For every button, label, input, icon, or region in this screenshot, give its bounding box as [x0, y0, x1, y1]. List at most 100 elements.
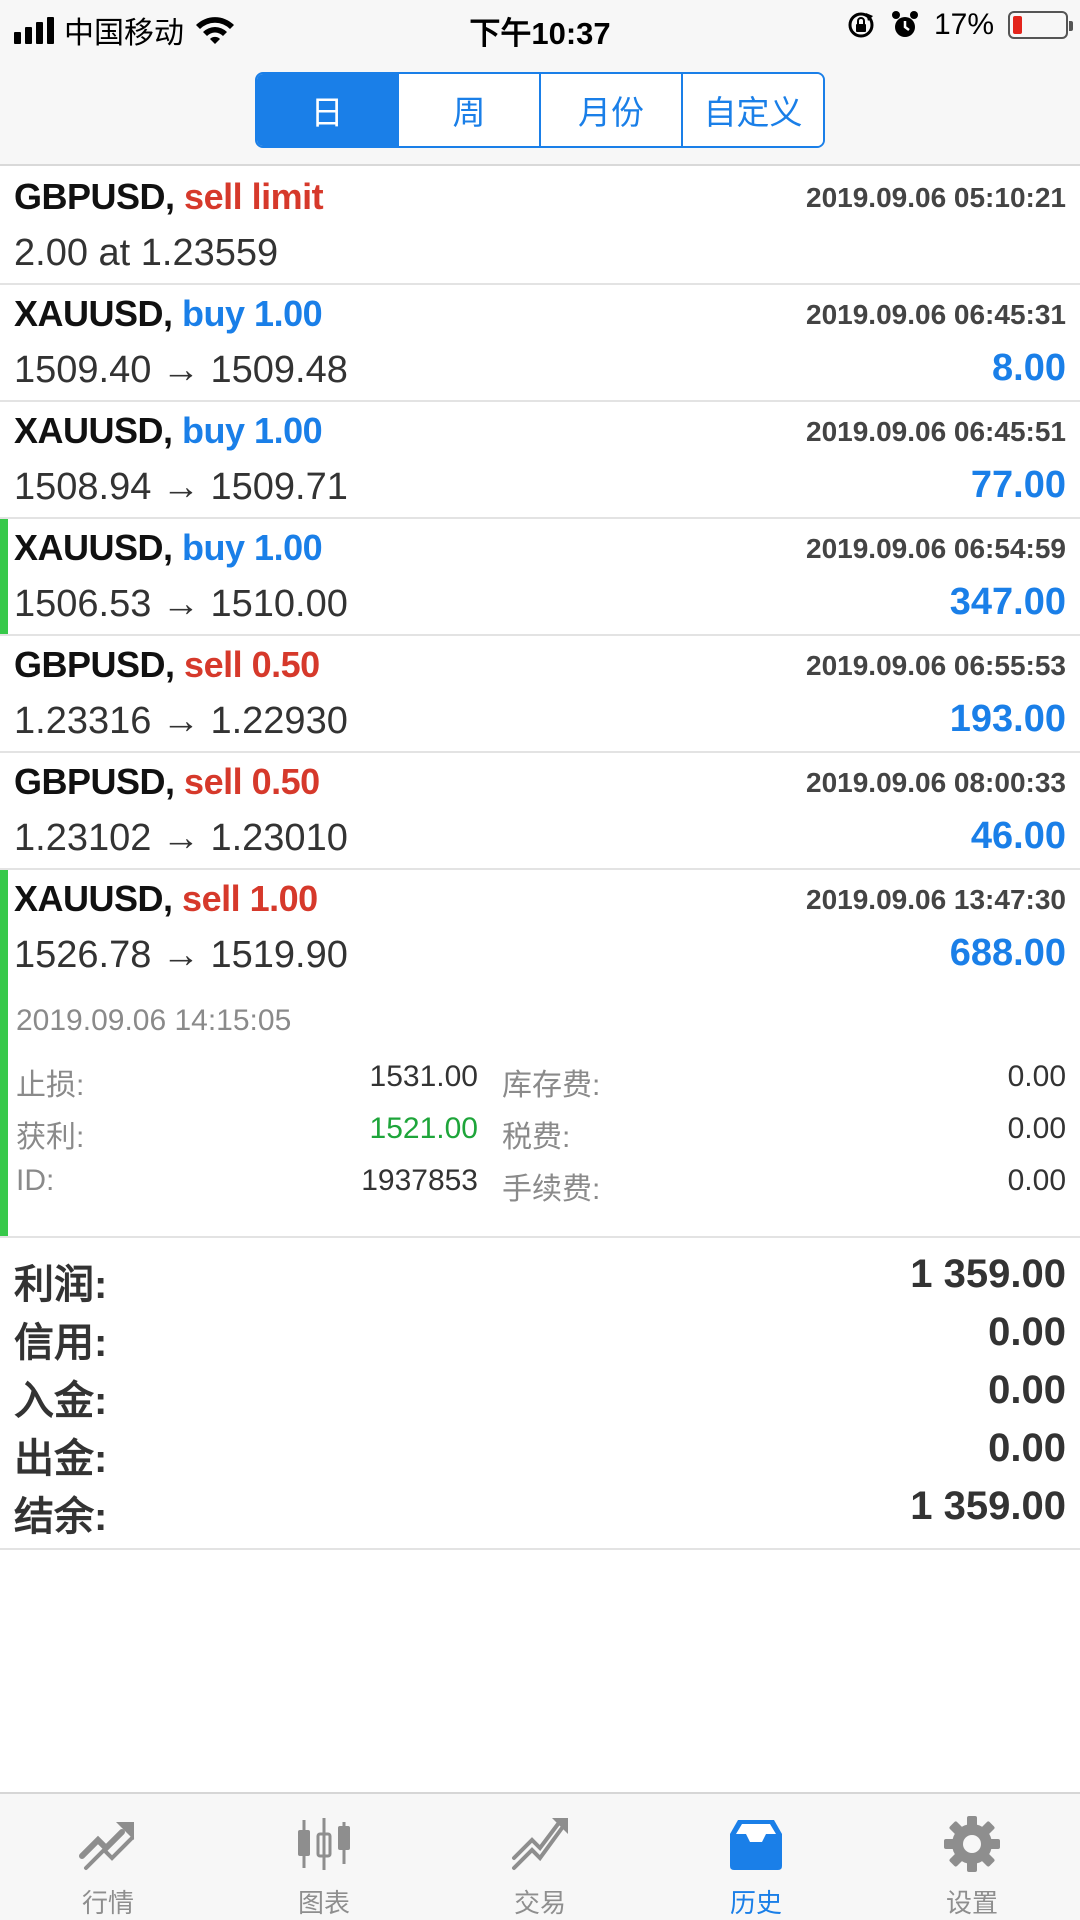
tax-label: 税费:: [502, 1121, 571, 1154]
summary-value: 0.00: [988, 1368, 1066, 1412]
order-direction: sell 0.50: [184, 644, 320, 685]
order-open-time: 2019.09.06 08:00:33: [806, 767, 1066, 798]
order-direction: sell 0.50: [184, 761, 320, 802]
history-row[interactable]: XAUUSD, buy 1.00 2019.09.06 06:54:59 150…: [0, 519, 1080, 636]
trade-icon: [505, 1812, 575, 1875]
period-tab-day[interactable]: 日: [257, 74, 399, 146]
period-segmented-control: 日 周 月份 自定义: [255, 72, 825, 148]
summary-value: 0.00: [988, 1310, 1066, 1354]
order-open-time: 2019.09.06 05:10:21: [806, 182, 1066, 213]
order-open-time: 2019.09.06 06:45:51: [806, 416, 1066, 447]
order-profit: 193.00: [949, 698, 1066, 740]
status-right: 17%: [846, 8, 1073, 42]
order-profit: 77.00: [970, 464, 1066, 506]
order-title: XAUUSD, buy 1.00: [14, 293, 323, 335]
chart-icon: [289, 1812, 359, 1875]
tab-chart[interactable]: 图表: [216, 1794, 432, 1920]
order-prices: 1.23102 → 1.23010: [14, 817, 348, 859]
order-open-time: 2019.09.06 06:45:31: [806, 299, 1066, 330]
summary-value: 1 359.00: [910, 1484, 1066, 1528]
commission-label: 手续费:: [502, 1173, 601, 1206]
settings-icon: [937, 1812, 1007, 1875]
order-prices: 2.00 at 1.23559: [14, 232, 279, 274]
order-direction: sell limit: [184, 176, 324, 217]
tab-trade[interactable]: 交易: [432, 1794, 648, 1920]
history-row[interactable]: XAUUSD, buy 1.00 2019.09.06 06:45:31 150…: [0, 285, 1080, 402]
orientation-lock-icon: [848, 12, 874, 38]
order-open-time: 2019.09.06 06:54:59: [806, 533, 1066, 564]
takeprofit-label: 获利:: [16, 1121, 85, 1154]
account-summary: 利润: 1 359.00 信用: 0.00 入金: 0.00 出金: 0.00 …: [0, 1236, 1080, 1550]
screen: 中国移动 下午10:37 17% 日 周 月份 自定义 GBPUSD, sell…: [0, 0, 1080, 1920]
order-symbol: XAUUSD,: [14, 293, 173, 334]
order-prices: 1526.78 → 1519.90: [14, 934, 348, 976]
stoploss-label: 止损:: [16, 1069, 85, 1102]
summary-credit: 信用: 0.00: [0, 1310, 1080, 1368]
order-profit: 688.00: [949, 932, 1066, 974]
order-profit: 8.00: [992, 347, 1066, 389]
detail-row-id: ID: 1937853 手续费: 0.00: [16, 1164, 1066, 1216]
id-value: 1937853: [361, 1164, 478, 1197]
tab-settings[interactable]: 设置: [864, 1794, 1080, 1920]
order-prices: 1.23316 → 1.22930: [14, 700, 348, 742]
order-title: XAUUSD, buy 1.00: [14, 410, 323, 452]
summary-label: 信用:: [14, 1321, 108, 1365]
summary-withdrawal: 出金: 0.00: [0, 1426, 1080, 1484]
order-open-time: 2019.09.06 06:55:53: [806, 650, 1066, 681]
summary-profit: 利润: 1 359.00: [0, 1252, 1080, 1310]
takeprofit-value: 1521.00: [369, 1112, 478, 1145]
order-title: XAUUSD, buy 1.00: [14, 527, 323, 569]
history-icon: [721, 1812, 791, 1875]
tab-label: 行情: [81, 1888, 134, 1918]
tab-label: 设置: [945, 1888, 998, 1918]
history-row[interactable]: GBPUSD, sell limit 2019.09.06 05:10:21 2…: [0, 168, 1080, 285]
tax-value: 0.00: [1007, 1112, 1066, 1145]
order-direction: buy 1.00: [182, 527, 323, 568]
order-prices: 1509.40 → 1509.48: [14, 349, 348, 391]
summary-label: 结余:: [14, 1495, 108, 1539]
tab-label: 交易: [513, 1888, 566, 1918]
detail-row-stoploss: 止损: 1531.00 库存费: 0.00: [16, 1060, 1066, 1112]
commission-value: 0.00: [1007, 1164, 1066, 1197]
period-tab-custom[interactable]: 自定义: [683, 74, 823, 146]
battery-level-fill: [1013, 16, 1022, 34]
history-row-expanded[interactable]: XAUUSD, sell 1.00 2019.09.06 13:47:30 15…: [0, 870, 1080, 1238]
swap-value: 0.00: [1007, 1060, 1066, 1093]
order-symbol: XAUUSD,: [14, 527, 173, 568]
stoploss-value: 1531.00: [369, 1060, 478, 1093]
swap-label: 库存费:: [502, 1069, 601, 1102]
summary-balance: 结余: 1 359.00: [0, 1484, 1080, 1542]
tab-quotes[interactable]: 行情: [0, 1794, 216, 1920]
order-title: GBPUSD, sell 0.50: [14, 644, 320, 686]
summary-value: 1 359.00: [910, 1252, 1066, 1296]
tab-history[interactable]: 历史: [648, 1794, 864, 1920]
summary-label: 利润:: [14, 1263, 108, 1307]
period-header: 日 周 月份 自定义: [0, 56, 1080, 166]
order-open-time: 2019.09.06 13:47:30: [806, 884, 1066, 915]
history-row[interactable]: GBPUSD, sell 0.50 2019.09.06 08:00:33 1.…: [0, 753, 1080, 870]
order-prices: 1506.53 → 1510.00: [14, 583, 348, 625]
history-row[interactable]: XAUUSD, buy 1.00 2019.09.06 06:45:51 150…: [0, 402, 1080, 519]
order-direction: buy 1.00: [182, 293, 323, 334]
detail-row-takeprofit: 获利: 1521.00 税费: 0.00: [16, 1112, 1066, 1164]
summary-label: 出金:: [14, 1437, 108, 1481]
summary-value: 0.00: [988, 1426, 1066, 1470]
order-profit: 46.00: [970, 815, 1066, 857]
history-row[interactable]: GBPUSD, sell 0.50 2019.09.06 06:55:53 1.…: [0, 636, 1080, 753]
order-symbol: GBPUSD,: [14, 644, 175, 685]
battery-percent: 17%: [933, 8, 994, 41]
order-symbol: XAUUSD,: [14, 410, 173, 451]
order-title: XAUUSD, sell 1.00: [14, 878, 318, 920]
bottom-tab-bar: 行情 图表 交易 历史 设置: [0, 1792, 1080, 1920]
period-tab-week[interactable]: 周: [399, 74, 541, 146]
order-profit: 347.00: [949, 581, 1066, 623]
alarm-icon: [891, 11, 918, 37]
battery-icon: [1008, 11, 1073, 39]
quotes-icon: [73, 1812, 143, 1875]
order-title: GBPUSD, sell limit: [14, 176, 324, 218]
order-direction: sell 1.00: [182, 878, 318, 919]
status-bar: 中国移动 下午10:37 17%: [0, 0, 1080, 56]
order-symbol: GBPUSD,: [14, 176, 175, 217]
summary-deposit: 入金: 0.00: [0, 1368, 1080, 1426]
period-tab-month[interactable]: 月份: [541, 74, 683, 146]
